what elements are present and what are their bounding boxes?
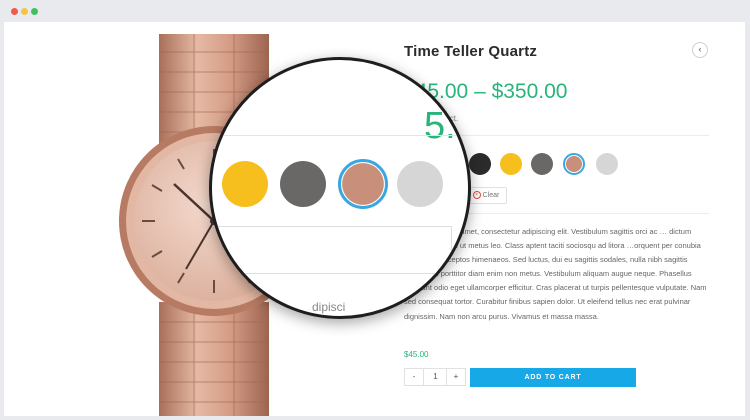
product-page: Time Teller Quartz ‹ $45.00 – $350.00 …a… [4,22,745,416]
increase-quantity-button[interactable]: + [446,369,465,385]
minimize-window-dot[interactable] [21,8,28,15]
variation-price: $45.00 [404,350,429,359]
swatch-rose-gold[interactable] [563,153,585,175]
magnifier-lens: 5.00 dipisci [209,57,471,319]
magnified-swatch-rose-gold[interactable] [338,159,388,209]
swatch-gray[interactable] [531,153,553,175]
clear-icon: × [472,191,481,200]
magnified-swatch-silver[interactable] [397,161,443,207]
clear-label: Clear [482,192,500,199]
previous-product-icon[interactable]: ‹ [692,42,708,58]
magnified-clear-area [212,226,452,274]
magnified-swatch-yellow[interactable] [222,161,268,207]
quantity-input[interactable]: 1 [424,369,447,385]
magnified-swatch-gray[interactable] [280,161,326,207]
add-to-cart-button[interactable]: ADD TO CART [470,368,636,387]
clear-button[interactable]: × Clear [465,187,507,204]
swatch-yellow[interactable] [500,153,522,175]
swatch-silver[interactable] [596,153,618,175]
browser-chrome [0,0,750,22]
quantity-stepper: - 1 + [404,368,466,386]
swatch-black[interactable] [469,153,491,175]
magnified-divider [212,135,468,136]
magnified-price: 5.00 [424,105,468,147]
maximize-window-dot[interactable] [31,8,38,15]
close-window-dot[interactable] [11,8,18,15]
magnified-text: dipisci [312,300,346,314]
product-title: Time Teller Quartz [404,43,538,60]
decrease-quantity-button[interactable]: - [405,369,424,385]
